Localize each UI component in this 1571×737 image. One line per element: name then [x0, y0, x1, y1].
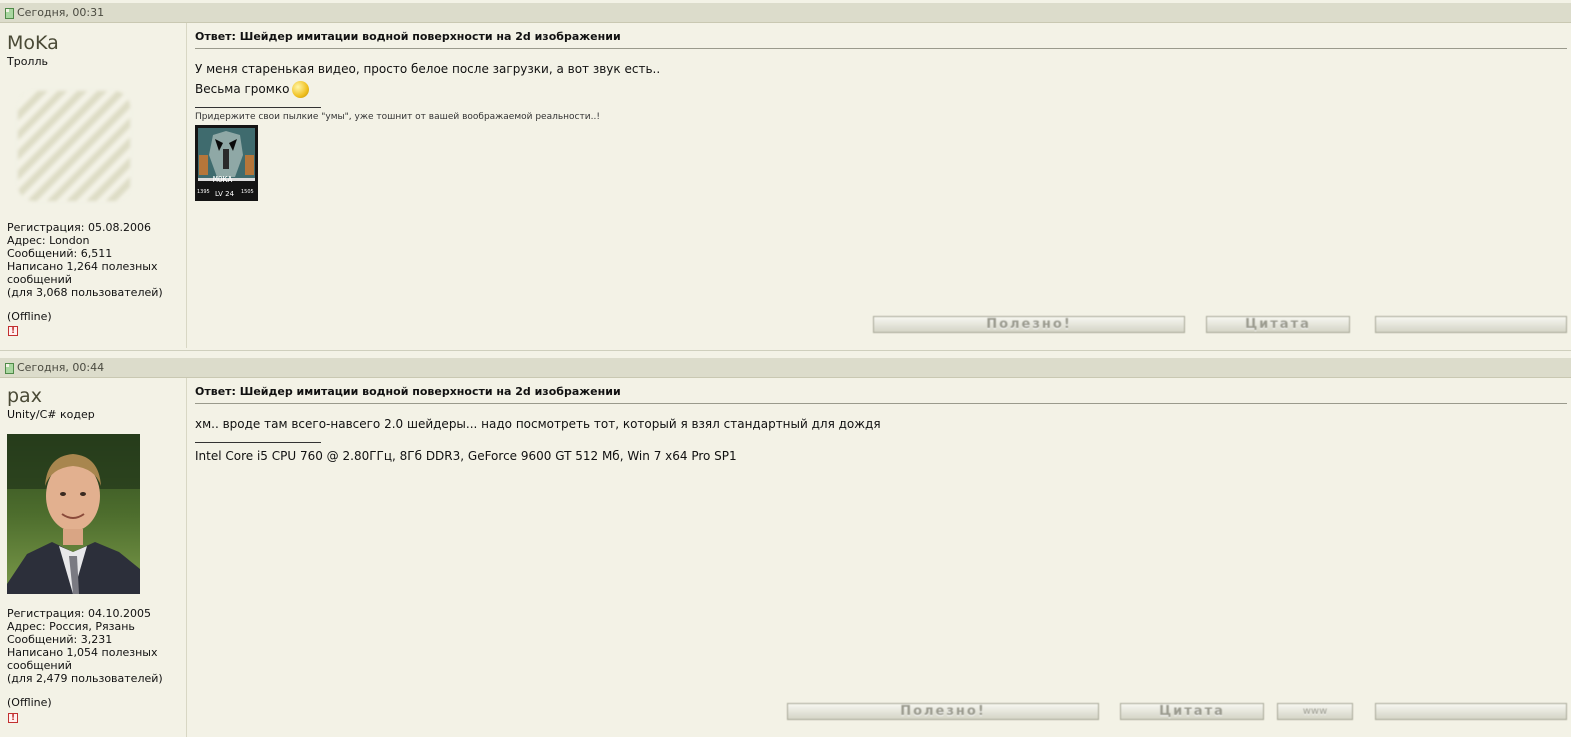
stat-address: Адрес: Россия, Рязань — [7, 620, 135, 633]
user-pane: MoKa Тролль Регистрация: 05.08.2006 Адре… — [0, 23, 187, 348]
post-1: Сегодня, 00:31 MoKa Тролль Регистрация: … — [0, 0, 1571, 352]
user-rank: Unity/C# кодер — [7, 408, 95, 421]
stat-messages: Сообщений: 3,231 — [7, 633, 113, 646]
post-icon — [5, 8, 14, 19]
avatar — [7, 434, 140, 594]
post-header: Сегодня, 00:44 — [0, 358, 1571, 378]
username[interactable]: pax — [7, 385, 42, 407]
reply-button[interactable] — [1375, 703, 1567, 720]
signature-divider — [195, 107, 321, 108]
stat-useful: Написано 1,264 полезных — [7, 260, 158, 273]
message-body: хм.. вроде там всего-навсего 2.0 шейдеры… — [195, 414, 1567, 434]
stat-address: Адрес: London — [7, 234, 90, 247]
signature-text: Intel Core i5 CPU 760 @ 2.80ГГц, 8Гб DDR… — [195, 449, 737, 463]
sig-image-right: 1505 — [241, 189, 254, 195]
sig-image-label: MOKA — [213, 175, 233, 184]
user-stats: Регистрация: 05.08.2006 Адрес: London Со… — [7, 221, 182, 299]
message-line: У меня старенькая видео, просто белое по… — [195, 62, 661, 76]
smiley-icon — [292, 81, 310, 98]
signature-text: Придержите свои пылкие "умы", уже тошнит… — [195, 112, 600, 122]
message: Ответ: Шейдер имитации водной поверхност… — [195, 385, 1567, 463]
user-rank: Тролль — [7, 55, 48, 68]
quote-button[interactable]: Цитата — [1206, 316, 1350, 333]
message-text: Весьма громко — [195, 82, 290, 96]
user-pane: pax Unity/C# кодер Регистрация: 04.10.20… — [0, 378, 187, 737]
message-line: Весьма громко — [195, 79, 1567, 99]
report-icon[interactable]: ! — [8, 326, 18, 336]
post-date: Сегодня, 00:31 — [17, 6, 105, 19]
stat-messages: Сообщений: 6,511 — [7, 247, 113, 260]
stat-users: (для 3,068 пользователей) — [7, 286, 163, 299]
user-status: (Offline) — [7, 696, 52, 709]
signature-divider — [195, 442, 321, 443]
reply-button[interactable] — [1375, 316, 1567, 333]
stat-registration: Регистрация: 04.10.2005 — [7, 607, 151, 620]
sig-image-left: 1395 — [197, 189, 210, 195]
post-date: Сегодня, 00:44 — [17, 361, 105, 374]
user-stats: Регистрация: 04.10.2005 Адрес: Россия, Р… — [7, 607, 182, 685]
sig-image-level: LV 24 — [215, 190, 235, 198]
stat-registration: Регистрация: 05.08.2006 — [7, 221, 151, 234]
quote-button[interactable]: Цитата — [1120, 703, 1264, 720]
stat-useful-cont: сообщений — [7, 659, 72, 672]
stat-useful-cont: сообщений — [7, 273, 72, 286]
www-button[interactable]: www — [1277, 703, 1353, 720]
signature-image: MOKA 1395 LV 24 1505 — [195, 125, 258, 201]
username[interactable]: MoKa — [7, 32, 59, 54]
stat-useful: Написано 1,054 полезных — [7, 646, 158, 659]
message-title: Ответ: Шейдер имитации водной поверхност… — [195, 30, 1567, 49]
stat-users: (для 2,479 пользователей) — [7, 672, 163, 685]
message-line: хм.. вроде там всего-навсего 2.0 шейдеры… — [195, 417, 881, 431]
report-icon[interactable]: ! — [8, 713, 18, 723]
message-title: Ответ: Шейдер имитации водной поверхност… — [195, 385, 1567, 404]
avatar — [18, 91, 130, 201]
useful-button[interactable]: Полезно! — [873, 316, 1185, 333]
message-body: У меня старенькая видео, просто белое по… — [195, 59, 1567, 99]
post-separator — [0, 350, 1571, 357]
post-icon — [5, 363, 14, 374]
user-status: (Offline) — [7, 310, 52, 323]
post-2: Сегодня, 00:44 pax Unity/C# кодер Регист… — [0, 357, 1571, 737]
useful-button[interactable]: Полезно! — [787, 703, 1099, 720]
post-header: Сегодня, 00:31 — [0, 3, 1571, 23]
message: Ответ: Шейдер имитации водной поверхност… — [195, 30, 1567, 201]
